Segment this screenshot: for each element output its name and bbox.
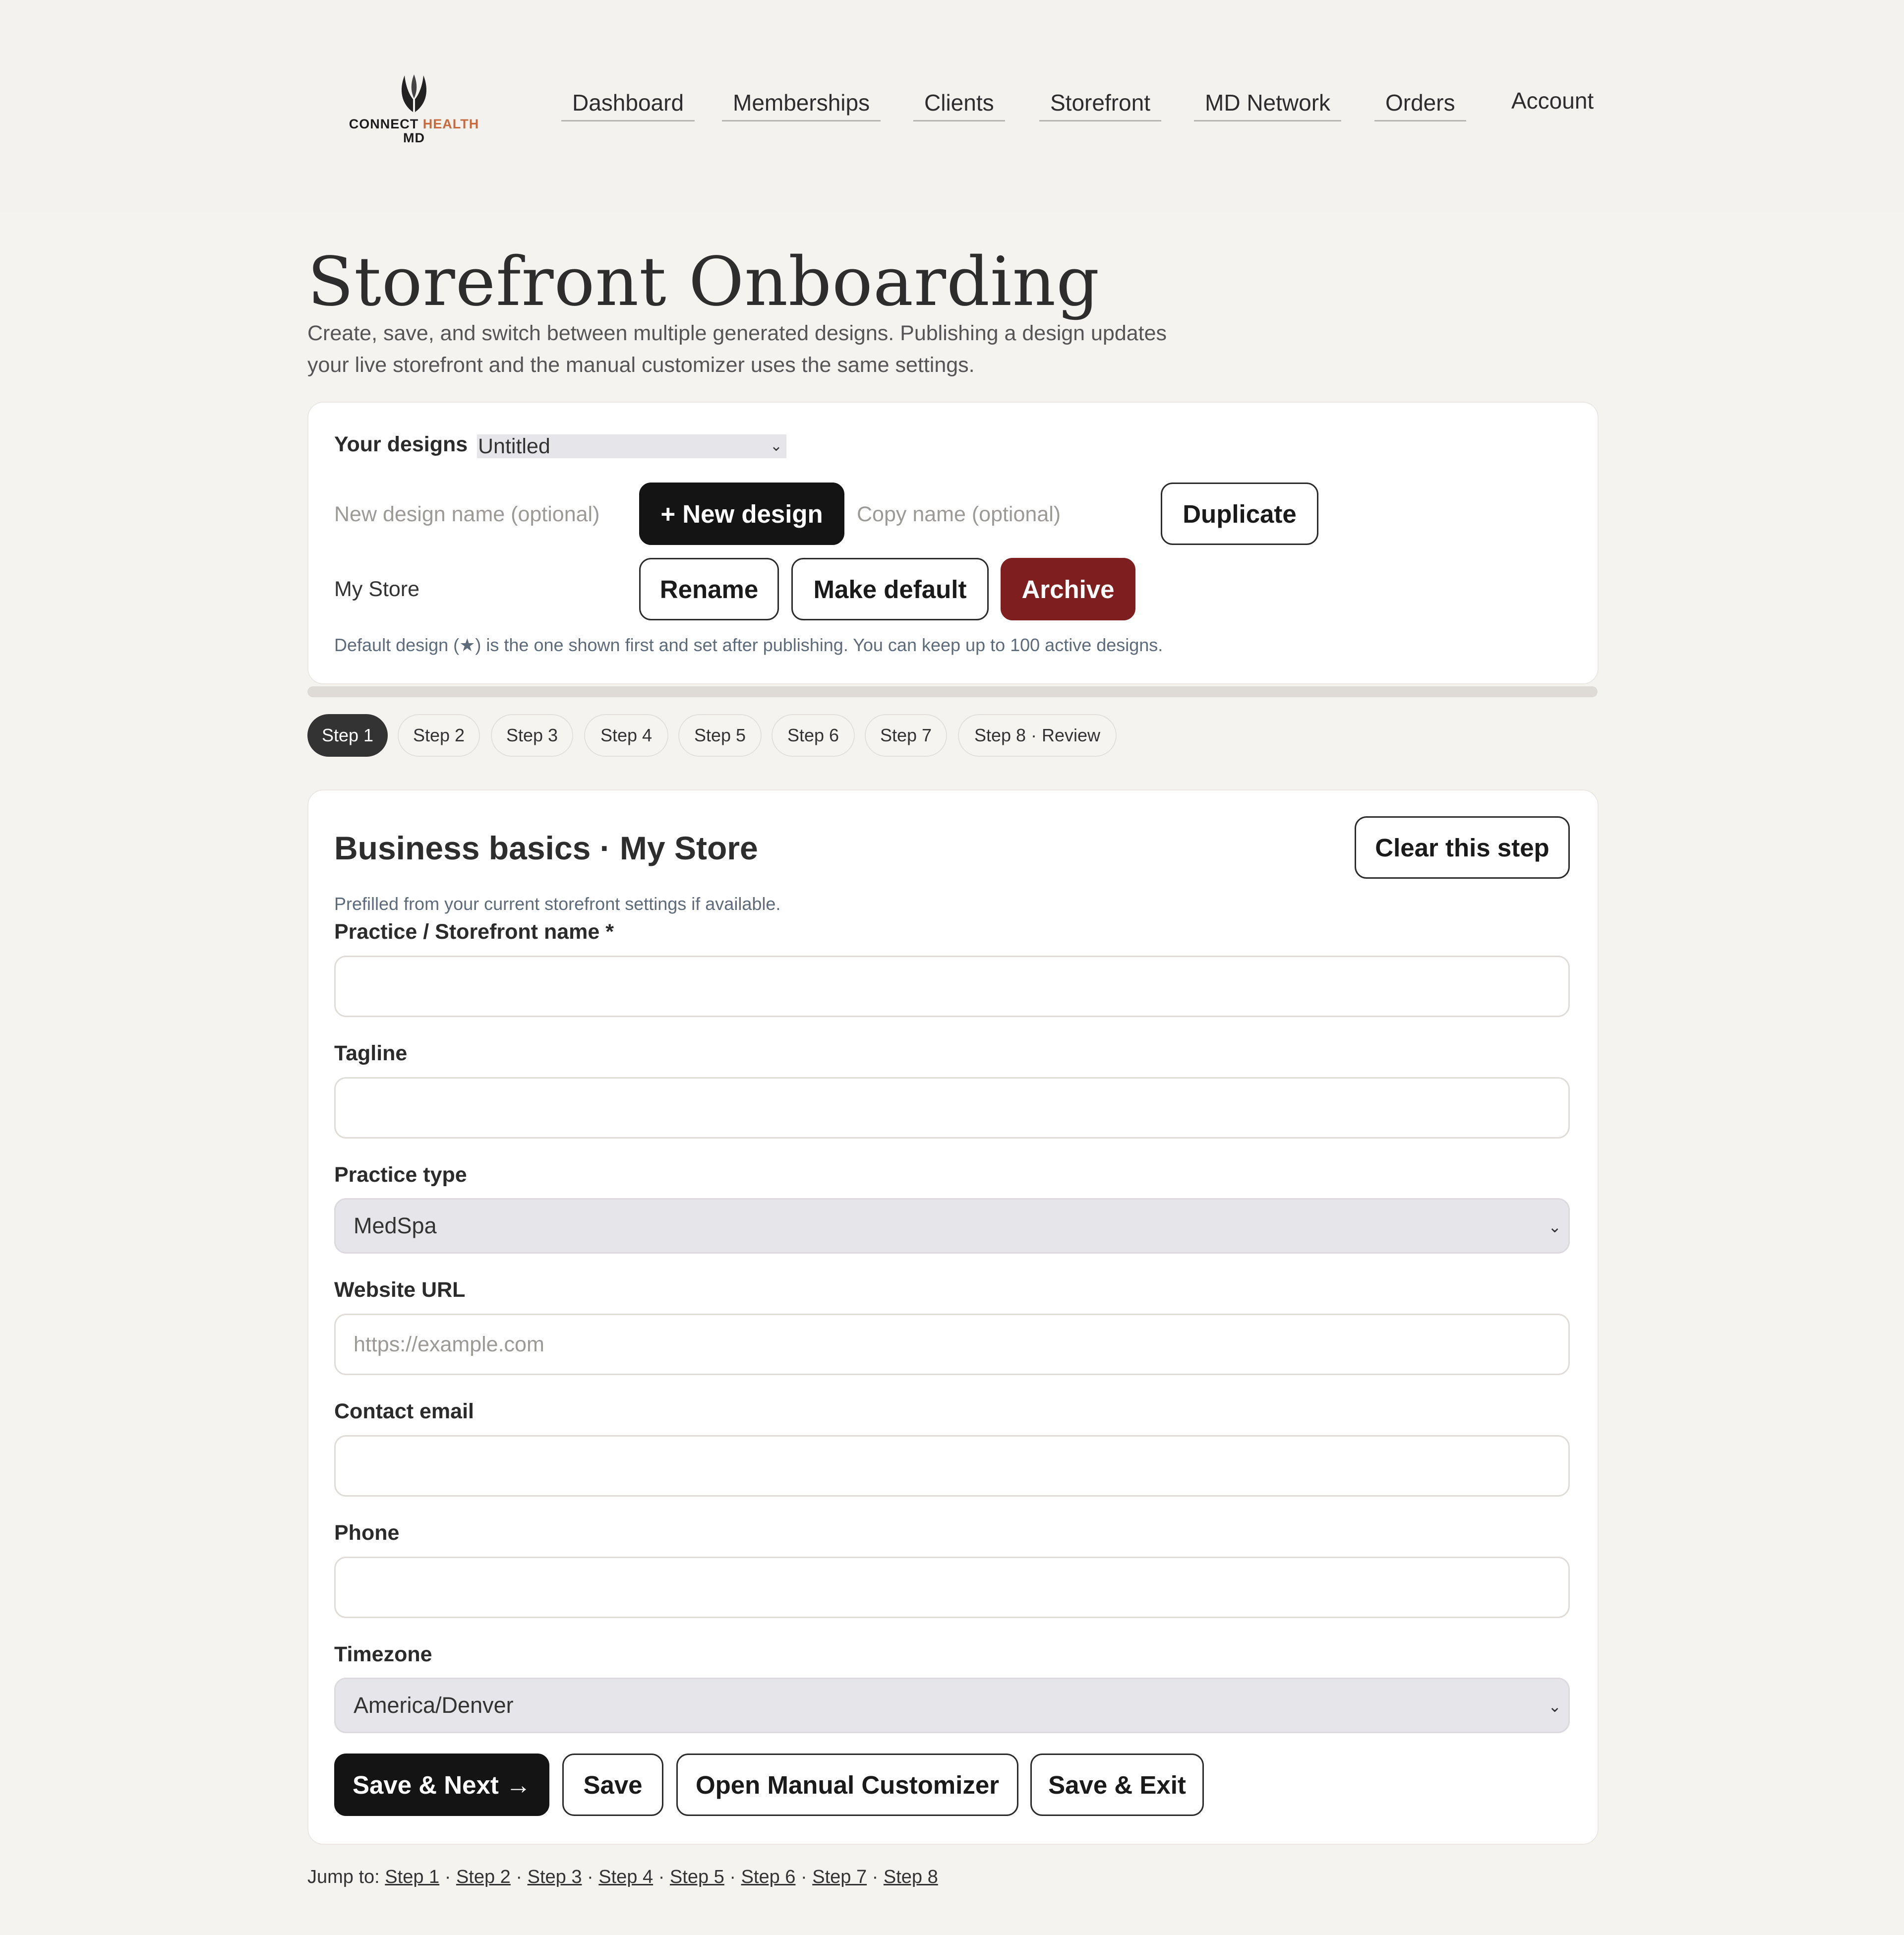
jump-label: Jump to: bbox=[307, 1867, 380, 1887]
prefill-note: Prefilled from your current storefront s… bbox=[334, 894, 781, 914]
timezone-value: America/Denver bbox=[354, 1693, 514, 1718]
nav-clients[interactable]: Clients bbox=[913, 89, 1005, 121]
chevron-down-icon: ⌄ bbox=[1548, 1218, 1561, 1236]
nav-dashboard[interactable]: Dashboard bbox=[561, 89, 695, 121]
practice-type-label: Practice type bbox=[334, 1163, 467, 1187]
copy-name-input[interactable]: Copy name (optional) bbox=[857, 502, 1061, 527]
duplicate-button[interactable]: Duplicate bbox=[1161, 483, 1318, 545]
timezone-label: Timezone bbox=[334, 1642, 432, 1666]
storefront-name-input[interactable] bbox=[334, 956, 1570, 1017]
page-subtitle: Create, save, and switch between multipl… bbox=[307, 321, 1167, 377]
new-design-button[interactable]: + New design bbox=[639, 483, 844, 545]
brand-logo[interactable]: CONNECT HEALTH MD bbox=[347, 69, 481, 149]
website-url-input[interactable]: https://example.com bbox=[334, 1314, 1570, 1375]
jump-step-7[interactable]: Step 7 bbox=[812, 1867, 867, 1887]
contact-email-label: Contact email bbox=[334, 1399, 474, 1423]
jump-step-3[interactable]: Step 3 bbox=[528, 1867, 582, 1887]
jump-to-nav: Jump to: Step 1 · Step 2 · Step 3 · Step… bbox=[307, 1867, 938, 1887]
horizontal-scrollbar[interactable] bbox=[307, 686, 1598, 697]
step-pill-1[interactable]: Step 1 bbox=[307, 714, 388, 757]
logo-text: CONNECT HEALTH MD bbox=[349, 117, 479, 145]
chevron-down-icon: ⌄ bbox=[770, 438, 782, 454]
new-design-name-input[interactable]: New design name (optional) bbox=[334, 502, 599, 527]
open-manual-customizer-button[interactable]: Open Manual Customizer bbox=[676, 1754, 1018, 1816]
tagline-input[interactable] bbox=[334, 1077, 1570, 1139]
nav-memberships[interactable]: Memberships bbox=[722, 89, 881, 121]
step-pill-3[interactable]: Step 3 bbox=[491, 714, 573, 757]
step-pill-8-review[interactable]: Step 8 · Review bbox=[958, 714, 1117, 757]
phone-label: Phone bbox=[334, 1521, 400, 1545]
save-next-button[interactable]: Save & Next → bbox=[334, 1754, 549, 1816]
design-select[interactable]: Untitled ⌄ bbox=[477, 434, 786, 458]
rename-button[interactable]: Rename bbox=[639, 558, 779, 620]
page-title: Storefront Onboarding bbox=[307, 243, 1100, 321]
jump-step-4[interactable]: Step 4 bbox=[598, 1867, 653, 1887]
save-button[interactable]: Save bbox=[562, 1754, 663, 1816]
jump-step-5[interactable]: Step 5 bbox=[670, 1867, 724, 1887]
nav-account[interactable]: Account bbox=[1511, 87, 1594, 114]
save-exit-button[interactable]: Save & Exit bbox=[1030, 1754, 1204, 1816]
phone-input[interactable] bbox=[334, 1557, 1570, 1618]
practice-type-value: MedSpa bbox=[354, 1213, 437, 1238]
jump-step-2[interactable]: Step 2 bbox=[456, 1867, 511, 1887]
design-select-value: Untitled bbox=[478, 434, 550, 458]
step-pill-4[interactable]: Step 4 bbox=[584, 714, 668, 757]
nav-storefront[interactable]: Storefront bbox=[1039, 89, 1161, 121]
step-pill-5[interactable]: Step 5 bbox=[678, 714, 762, 757]
step-pill-2[interactable]: Step 2 bbox=[398, 714, 480, 757]
clear-step-button[interactable]: Clear this step bbox=[1355, 816, 1570, 879]
tagline-label: Tagline bbox=[334, 1041, 408, 1065]
storefront-name-label: Practice / Storefront name * bbox=[334, 920, 614, 944]
designs-note: Default design (★) is the one shown firs… bbox=[334, 635, 1163, 655]
step-title: Business basics · My Store bbox=[334, 830, 758, 866]
nav-md-network[interactable]: MD Network bbox=[1194, 89, 1342, 121]
jump-step-1[interactable]: Step 1 bbox=[385, 1867, 439, 1887]
flame-logo-icon bbox=[401, 74, 427, 112]
jump-step-6[interactable]: Step 6 bbox=[741, 1867, 796, 1887]
step-pill-6[interactable]: Step 6 bbox=[772, 714, 855, 757]
contact-email-input[interactable] bbox=[334, 1435, 1570, 1497]
chevron-down-icon: ⌄ bbox=[1548, 1697, 1561, 1715]
step-pill-7[interactable]: Step 7 bbox=[865, 714, 947, 757]
top-header: CONNECT HEALTH MD Dashboard Memberships … bbox=[0, 0, 1904, 213]
practice-type-select[interactable]: MedSpa ⌄ bbox=[334, 1198, 1570, 1254]
make-default-button[interactable]: Make default bbox=[791, 558, 989, 620]
nav-orders[interactable]: Orders bbox=[1374, 89, 1466, 121]
jump-step-8[interactable]: Step 8 bbox=[884, 1867, 938, 1887]
website-url-placeholder: https://example.com bbox=[354, 1332, 544, 1356]
archive-button[interactable]: Archive bbox=[1001, 558, 1135, 620]
website-url-label: Website URL bbox=[334, 1278, 466, 1302]
designs-label: Your designs bbox=[334, 432, 468, 456]
timezone-select[interactable]: America/Denver ⌄ bbox=[334, 1678, 1570, 1733]
current-design-name[interactable]: My Store bbox=[334, 577, 419, 602]
